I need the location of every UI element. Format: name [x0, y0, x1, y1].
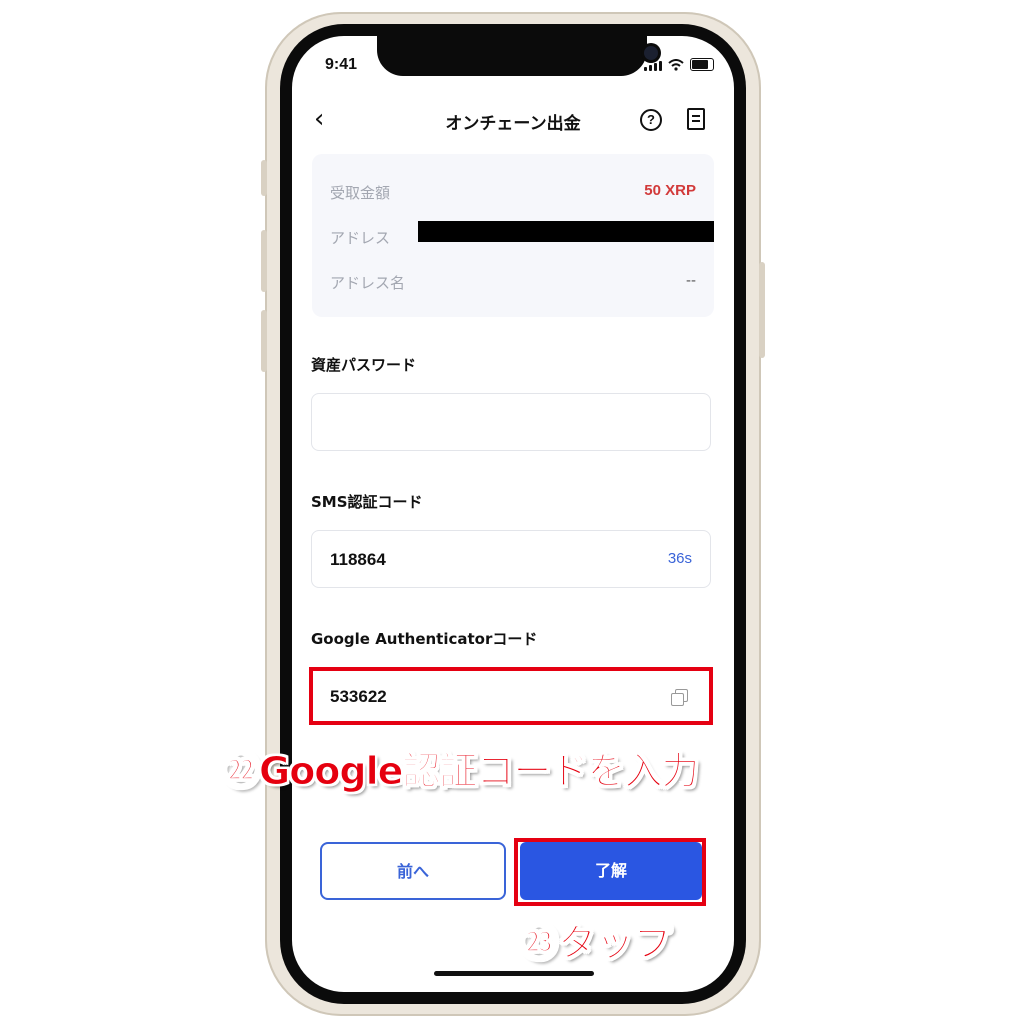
- notch: [377, 36, 658, 76]
- record-list-icon[interactable]: [687, 108, 705, 130]
- battery-icon: [690, 58, 714, 71]
- sms-resend-timer[interactable]: 36s: [668, 550, 692, 567]
- step23-callout: ㉓タップ: [519, 921, 673, 966]
- sms-code-value: 118864: [330, 550, 386, 569]
- sms-code-input[interactable]: 118864 36s: [311, 530, 711, 588]
- status-time: 9:41: [325, 56, 358, 73]
- power-button: [759, 262, 765, 358]
- summary-row-address-name: アドレス名 --: [330, 272, 696, 293]
- status-icons: [644, 58, 714, 71]
- volume-up-button: [261, 230, 267, 292]
- home-indicator: [434, 971, 594, 976]
- wifi-icon: [668, 59, 684, 71]
- address-name-value: --: [686, 272, 696, 289]
- summary-row-address: アドレス: [330, 221, 714, 248]
- asset-password-input[interactable]: [311, 393, 711, 451]
- summary-label: 受取金額: [330, 184, 391, 202]
- signal-icon: [644, 61, 662, 71]
- step22-callout: ㉒Google認証コードを入力: [221, 749, 699, 794]
- volume-down-button: [261, 310, 267, 372]
- withdrawal-summary: 受取金額 50 XRP アドレス アドレス名 --: [312, 154, 714, 317]
- redacted-address: [418, 221, 714, 242]
- mute-switch: [261, 160, 267, 196]
- previous-button[interactable]: 前へ: [320, 842, 506, 900]
- confirm-button-highlight: [514, 838, 706, 906]
- google-auth-label: Google Authenticatorコード: [311, 630, 538, 648]
- question-circle-icon[interactable]: ?: [640, 109, 662, 131]
- google-code-highlight: [309, 667, 713, 725]
- sms-code-label: SMS認証コード: [311, 493, 423, 511]
- summary-row-amount: 受取金額 50 XRP: [330, 182, 696, 203]
- summary-label: アドレス: [330, 229, 391, 247]
- asset-password-label: 資産パスワード: [311, 356, 417, 374]
- summary-label: アドレス名: [330, 274, 406, 292]
- page-title: オンチェーン出金: [445, 114, 581, 134]
- receive-amount-value: 50 XRP: [644, 182, 696, 199]
- nav-header: ‹ オンチェーン出金 ?: [292, 104, 734, 144]
